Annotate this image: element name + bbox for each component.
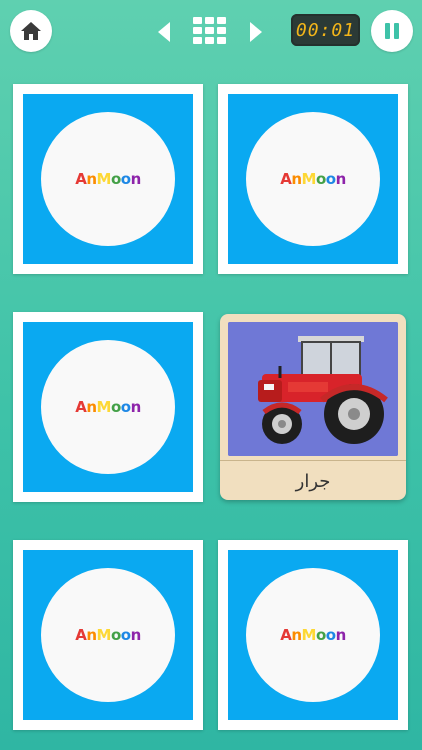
card-back: AnMoon <box>23 94 193 264</box>
anmoon-logo: AnMoon <box>280 170 346 188</box>
memory-card-6[interactable]: AnMoon <box>218 540 408 730</box>
pause-icon <box>385 23 399 39</box>
timer-display: 00:01 <box>291 14 360 46</box>
anmoon-logo: AnMoon <box>75 626 141 644</box>
anmoon-logo: AnMoon <box>75 170 141 188</box>
memory-card-revealed[interactable]: جرار <box>220 314 406 500</box>
chevron-left-icon[interactable] <box>156 20 172 44</box>
card-back: AnMoon <box>23 322 193 492</box>
top-bar: 00:01 <box>0 0 422 64</box>
memory-card-3[interactable]: AnMoon <box>13 312 203 502</box>
card-logo-disc: AnMoon <box>41 568 175 702</box>
card-back: AnMoon <box>23 550 193 720</box>
tractor-image <box>228 322 398 456</box>
card-logo-disc: AnMoon <box>246 568 380 702</box>
memory-card-5[interactable]: AnMoon <box>13 540 203 730</box>
grid-icon[interactable] <box>193 17 227 45</box>
memory-card-1[interactable]: AnMoon <box>13 84 203 274</box>
card-back: AnMoon <box>228 94 398 264</box>
memory-card-2[interactable]: AnMoon <box>218 84 408 274</box>
tractor-illustration <box>228 322 398 456</box>
card-back: AnMoon <box>228 550 398 720</box>
home-button[interactable] <box>10 10 52 52</box>
anmoon-logo: AnMoon <box>280 626 346 644</box>
pause-button[interactable] <box>371 10 413 52</box>
home-icon <box>21 22 41 40</box>
card-caption: جرار <box>220 460 406 500</box>
card-logo-disc: AnMoon <box>41 112 175 246</box>
card-logo-disc: AnMoon <box>246 112 380 246</box>
card-logo-disc: AnMoon <box>41 340 175 474</box>
anmoon-logo: AnMoon <box>75 398 141 416</box>
chevron-right-icon[interactable] <box>248 20 264 44</box>
